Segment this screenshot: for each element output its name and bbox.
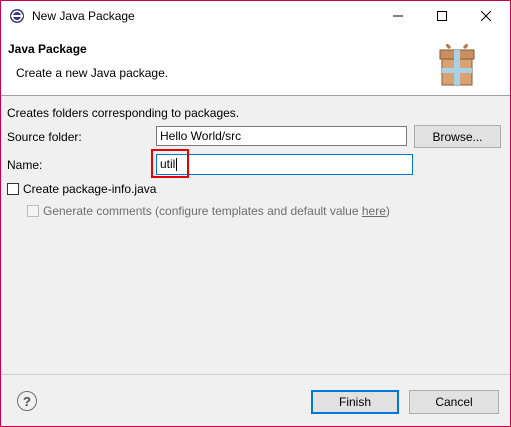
dialog-window: New Java Package Java Package Create a n…: [0, 0, 511, 427]
close-icon: [481, 11, 491, 21]
maximize-icon: [437, 11, 447, 21]
wizard-header: Java Package Create a new Java package.: [1, 31, 510, 96]
generate-comments-checkbox: [27, 205, 39, 217]
window-title: New Java Package: [32, 9, 135, 23]
name-input[interactable]: util: [156, 154, 413, 175]
close-button[interactable]: [464, 1, 508, 31]
browse-button[interactable]: Browse...: [414, 125, 501, 148]
help-icon[interactable]: ?: [17, 391, 37, 411]
create-package-info-label: Create package-info.java: [23, 182, 157, 196]
source-folder-input[interactable]: Hello World/src: [156, 126, 407, 146]
generate-comments-option: Generate comments (configure templates a…: [27, 204, 390, 218]
name-label: Name:: [7, 158, 43, 172]
title-bar[interactable]: New Java Package: [1, 1, 510, 31]
wizard-content: Creates folders corresponding to package…: [1, 96, 510, 374]
create-package-info-option[interactable]: Create package-info.java: [7, 182, 156, 196]
package-icon: [439, 43, 475, 86]
page-subtitle: Create a new Java package.: [16, 66, 169, 80]
button-bar: ? Finish Cancel: [1, 374, 510, 426]
source-folder-label: Source folder:: [7, 130, 82, 144]
minimize-icon: [393, 15, 403, 17]
maximize-button[interactable]: [420, 1, 464, 31]
eclipse-icon: [10, 9, 24, 23]
cancel-button[interactable]: Cancel: [409, 390, 499, 414]
finish-button[interactable]: Finish: [311, 390, 399, 414]
generate-comments-label: Generate comments (configure templates a…: [43, 204, 390, 218]
description-text: Creates folders corresponding to package…: [7, 106, 240, 120]
minimize-button[interactable]: [376, 1, 420, 31]
create-package-info-checkbox[interactable]: [7, 183, 19, 195]
generate-comments-prefix: Generate comments (configure templates a…: [43, 204, 362, 218]
generate-comments-suffix: ): [385, 204, 390, 218]
highlight-box: [151, 149, 189, 178]
configure-templates-link[interactable]: here: [362, 204, 386, 218]
page-title: Java Package: [8, 42, 87, 56]
